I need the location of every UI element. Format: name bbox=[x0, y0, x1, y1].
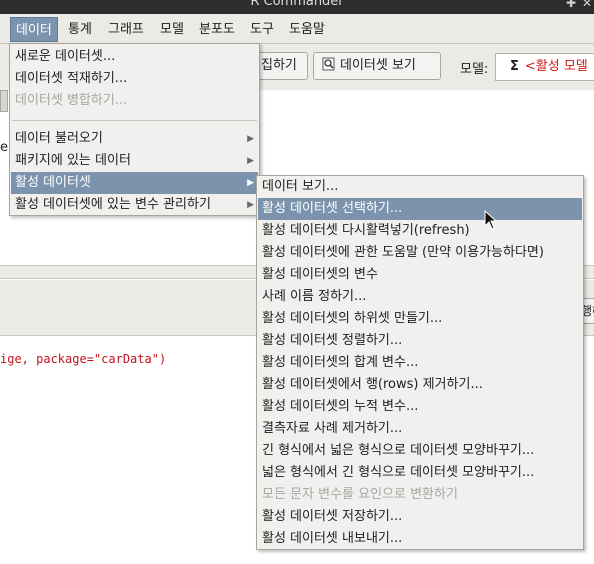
output-text: ige, package="carData") bbox=[0, 352, 167, 366]
menu-item-new-dataset[interactable]: 새로운 데이터셋... bbox=[11, 46, 258, 68]
menu-graphs[interactable]: 그래프 bbox=[103, 17, 149, 42]
submenu-item-subset-dataset[interactable]: 활성 데이터셋의 하위셋 만들기... bbox=[258, 308, 582, 330]
menu-separator bbox=[12, 120, 257, 121]
submenu-item-remove-missing[interactable]: 결측자료 사례 제거하기... bbox=[258, 418, 582, 440]
menu-item-label: 활성 데이터셋 정렬하기... bbox=[262, 333, 403, 348]
model-label: 모델: bbox=[460, 62, 489, 77]
view-dataset-label: 데이터셋 보기 bbox=[340, 58, 416, 73]
menu-item-label: 활성 데이터셋 bbox=[15, 175, 91, 190]
menu-item-label: 넓은 형식에서 긴 형식으로 데이터셋 모양바꾸기... bbox=[262, 465, 535, 480]
submenu-item-remove-rows[interactable]: 활성 데이터셋에서 행(rows) 제거하기... bbox=[258, 374, 582, 396]
menu-item-merge-datasets: 데이터셋 병합하기... bbox=[11, 90, 258, 112]
menu-item-label: 데이터 보기... bbox=[262, 179, 339, 194]
menu-item-label: 활성 데이터셋에 관한 도움말 (만약 이용가능하다면) bbox=[262, 245, 544, 260]
edit-dataset-label: 집하기 bbox=[261, 58, 297, 73]
menu-item-label: 데이터 불러오기 bbox=[15, 131, 103, 146]
menu-item-data-in-packages[interactable]: 패키지에 있는 데이터 ▶ bbox=[11, 150, 258, 172]
menu-item-label: 활성 데이터셋의 누적 변수... bbox=[262, 399, 419, 414]
menu-item-label: 데이터셋 병합하기... bbox=[15, 93, 128, 108]
submenu-item-reshape-wide-to-long[interactable]: 넓은 형식에서 긴 형식으로 데이터셋 모양바꾸기... bbox=[258, 462, 582, 484]
menu-help[interactable]: 도움말 bbox=[284, 17, 330, 42]
submenu-item-sort-dataset[interactable]: 활성 데이터셋 정렬하기... bbox=[258, 330, 582, 352]
model-value: <활성 모델 bbox=[524, 59, 588, 74]
script-tab-stub[interactable] bbox=[0, 90, 8, 112]
model-selector[interactable]: Σ <활성 모델 bbox=[495, 53, 594, 81]
menu-item-label: 사례 이름 정하기... bbox=[262, 289, 367, 304]
submenu-item-aggregate-variables[interactable]: 활성 데이터셋의 합계 변수... bbox=[258, 352, 582, 374]
menu-models[interactable]: 모델 bbox=[155, 17, 189, 42]
active-dataset-submenu: 데이터 보기... 활성 데이터셋 선택하기... 활성 데이터셋 다시활력넣기… bbox=[256, 175, 584, 550]
title-bar: R Commander ✚ ✕ bbox=[0, 0, 594, 14]
submenu-item-stack-variables[interactable]: 활성 데이터셋의 누적 변수... bbox=[258, 396, 582, 418]
submenu-item-dataset-variables[interactable]: 활성 데이터셋의 변수 bbox=[258, 264, 582, 286]
submenu-item-export-dataset[interactable]: 활성 데이터셋 내보내기... bbox=[258, 528, 582, 550]
submenu-item-dataset-help[interactable]: 활성 데이터셋에 관한 도움말 (만약 이용가능하다면) bbox=[258, 242, 582, 264]
menu-item-load-dataset[interactable]: 데이터셋 적재하기... bbox=[11, 68, 258, 90]
view-dataset-button[interactable]: 데이터셋 보기 bbox=[313, 52, 441, 80]
submenu-item-convert-chars-to-factors: 모든 문자 변수를 요인으로 변환하기 bbox=[258, 484, 582, 506]
submenu-arrow-icon: ▶ bbox=[247, 178, 254, 188]
menu-item-label: 활성 데이터셋의 변수 bbox=[262, 267, 378, 282]
close-window-button[interactable]: ✕ bbox=[582, 0, 592, 10]
sigma-icon: Σ bbox=[510, 59, 519, 74]
menu-item-label: 모든 문자 변수를 요인으로 변환하기 bbox=[262, 487, 458, 502]
data-menu: 새로운 데이터셋... 데이터셋 적재하기... 데이터셋 병합하기... 데이… bbox=[9, 43, 260, 216]
menu-bar: 데이터 통계 그래프 모델 분포도 도구 도움말 bbox=[0, 14, 594, 44]
menu-item-manage-variables[interactable]: 활성 데이터셋에 있는 변수 관리하기 ▶ bbox=[11, 194, 258, 216]
submenu-arrow-icon: ▶ bbox=[247, 200, 254, 210]
menu-tools[interactable]: 도구 bbox=[245, 17, 279, 42]
magnifier-icon bbox=[322, 57, 335, 71]
menu-item-label: 활성 데이터셋의 합계 변수... bbox=[262, 355, 419, 370]
window-title: R Commander bbox=[250, 0, 344, 9]
submenu-arrow-icon: ▶ bbox=[247, 156, 254, 166]
menu-item-active-dataset[interactable]: 활성 데이터셋 ▶ bbox=[11, 172, 258, 194]
menu-item-label: 활성 데이터셋 저장하기... bbox=[262, 509, 403, 524]
menu-distributions[interactable]: 분포도 bbox=[194, 17, 240, 42]
submenu-item-reshape-long-to-wide[interactable]: 긴 형식에서 넓은 형식으로 데이터셋 모양바꾸기... bbox=[258, 440, 582, 462]
menu-item-label: 데이터셋 적재하기... bbox=[15, 71, 128, 86]
menu-item-label: 패키지에 있는 데이터 bbox=[15, 153, 131, 168]
menu-item-label: 활성 데이터셋 다시활력넣기(refresh) bbox=[262, 223, 470, 238]
menu-item-label: 활성 데이터셋에서 행(rows) 제거하기... bbox=[262, 377, 483, 392]
menu-item-label: 활성 데이터셋 선택하기... bbox=[262, 201, 403, 216]
submenu-item-save-dataset[interactable]: 활성 데이터셋 저장하기... bbox=[258, 506, 582, 528]
menu-statistics[interactable]: 통계 bbox=[63, 17, 97, 42]
menu-item-label: 활성 데이터셋 내보내기... bbox=[262, 531, 403, 546]
submenu-item-refresh-dataset[interactable]: 활성 데이터셋 다시활력넣기(refresh) bbox=[258, 220, 582, 242]
menu-item-import-data[interactable]: 데이터 불러오기 ▶ bbox=[11, 128, 258, 150]
submenu-item-view-data[interactable]: 데이터 보기... bbox=[258, 176, 582, 198]
submenu-item-select-active-dataset[interactable]: 활성 데이터셋 선택하기... bbox=[258, 198, 582, 220]
menu-item-label: 활성 데이터셋의 하위셋 만들기... bbox=[262, 311, 443, 326]
submenu-item-set-case-names[interactable]: 사례 이름 정하기... bbox=[258, 286, 582, 308]
mouse-pointer-icon bbox=[484, 210, 498, 230]
menu-item-label: 새로운 데이터셋... bbox=[15, 49, 116, 64]
menu-item-label: 활성 데이터셋에 있는 변수 관리하기 bbox=[15, 197, 211, 212]
menu-data[interactable]: 데이터 bbox=[10, 17, 58, 42]
submenu-arrow-icon: ▶ bbox=[247, 134, 254, 144]
menu-item-label: 결측자료 사례 제거하기... bbox=[262, 421, 403, 436]
menu-item-label: 긴 형식에서 넓은 형식으로 데이터셋 모양바꾸기... bbox=[262, 443, 535, 458]
pin-window-button[interactable]: ✚ bbox=[566, 0, 576, 10]
